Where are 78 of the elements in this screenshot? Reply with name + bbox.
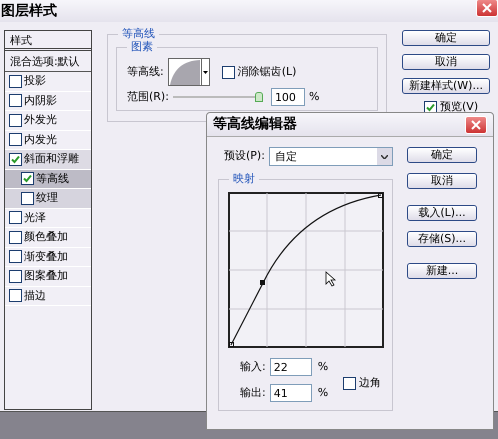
item-label: 描边 [24,288,46,304]
preset-value: 自定 [274,149,298,165]
close-button[interactable] [465,116,487,134]
item-label: 外发光 [24,112,57,128]
unit-label: % [308,88,320,105]
range-field[interactable]: 100 [270,88,305,106]
close-button[interactable] [476,0,498,17]
checkbox[interactable] [9,230,22,244]
dialog-button[interactable]: 存储(S)... [407,231,477,247]
check-icon [426,102,435,112]
unit-label: % [318,358,328,375]
style-list-item[interactable]: 混合选项:默认 [5,51,91,72]
checkbox[interactable] [9,74,22,88]
style-list-item[interactable]: 渐变叠加 [5,248,91,267]
item-label: 图案叠加 [24,268,68,284]
checkbox[interactable] [222,66,235,78]
output-label: 输出: [240,384,266,401]
dialog-button[interactable]: 确定 [402,30,490,46]
checkbox[interactable] [21,192,34,205]
output-field[interactable]: 41 [270,384,312,402]
checkbox[interactable] [9,211,22,224]
checkbox[interactable] [343,376,356,390]
checkbox[interactable] [9,133,22,146]
style-list-item[interactable]: 内阴影 [5,92,91,111]
checkbox[interactable] [9,270,22,283]
dialog-button[interactable]: 取消 [402,54,490,70]
dialog-button[interactable]: 新建样式(W)... [402,78,490,94]
caret-icon [377,148,392,165]
style-list-item[interactable]: 投影 [5,72,91,92]
preset-dropdown[interactable]: 自定 [268,147,393,166]
style-list-item[interactable]: 外发光 [5,111,91,130]
check-icon [11,154,20,164]
item-label: 投影 [24,73,46,89]
item-label: 颜色叠加 [24,229,68,245]
contour-label: 等高线: [127,64,164,80]
item-label: 内发光 [24,132,57,148]
close-icon [482,3,492,13]
close-icon [471,120,481,130]
dialog-button[interactable]: 确定 [407,147,477,163]
window-title: 等高线编辑器 [213,114,297,134]
item-label: 斜面和浮雕 [24,151,79,167]
checkbox[interactable] [9,250,22,264]
style-list-item[interactable]: 斜面和浮雕 [5,150,91,170]
checkbox[interactable] [424,100,437,114]
checkbox[interactable] [9,152,22,166]
checkbox-label: 消除锯齿(L) [238,64,296,80]
checkbox-label: 边角 [359,375,381,391]
style-list-item[interactable]: 等高线 [5,170,91,189]
input-label: 输入: [240,358,266,375]
style-list-item[interactable]: 颜色叠加 [5,228,91,248]
checkbox-label: 预览(V) [440,99,478,115]
preset-label: 预设(P): [224,148,265,164]
item-label: 光泽 [24,210,46,226]
checkbox[interactable] [9,94,22,108]
style-list-item[interactable]: 描边 [5,286,91,306]
panel-header: 样式 [5,31,91,51]
window-title: 图层样式 [1,2,57,20]
range-label: 范围(R): [127,88,169,105]
item-label: 渐变叠加 [24,248,68,264]
item-label: 纹理 [36,190,58,206]
dialog-button[interactable]: 载入(L)... [407,205,477,221]
range-slider[interactable] [172,92,263,102]
dialog-button[interactable]: 新建... [407,263,477,279]
checkbox[interactable] [9,114,22,127]
dialog-button[interactable]: 取消 [407,173,477,189]
item-label: 等高线 [36,170,69,186]
contour-picker[interactable] [168,58,210,86]
check-icon [23,174,32,184]
style-list-item[interactable]: 图案叠加 [5,267,91,286]
unit-label: % [318,384,328,401]
checkbox[interactable] [21,172,34,186]
caret-icon [202,70,208,74]
style-list-item[interactable]: 光泽 [5,208,91,228]
input-field[interactable]: 22 [270,358,312,376]
checkbox[interactable] [9,289,22,302]
item-label: 内阴影 [24,92,57,108]
contour-graph[interactable] [228,192,384,348]
style-list-item[interactable]: 纹理 [5,189,91,208]
